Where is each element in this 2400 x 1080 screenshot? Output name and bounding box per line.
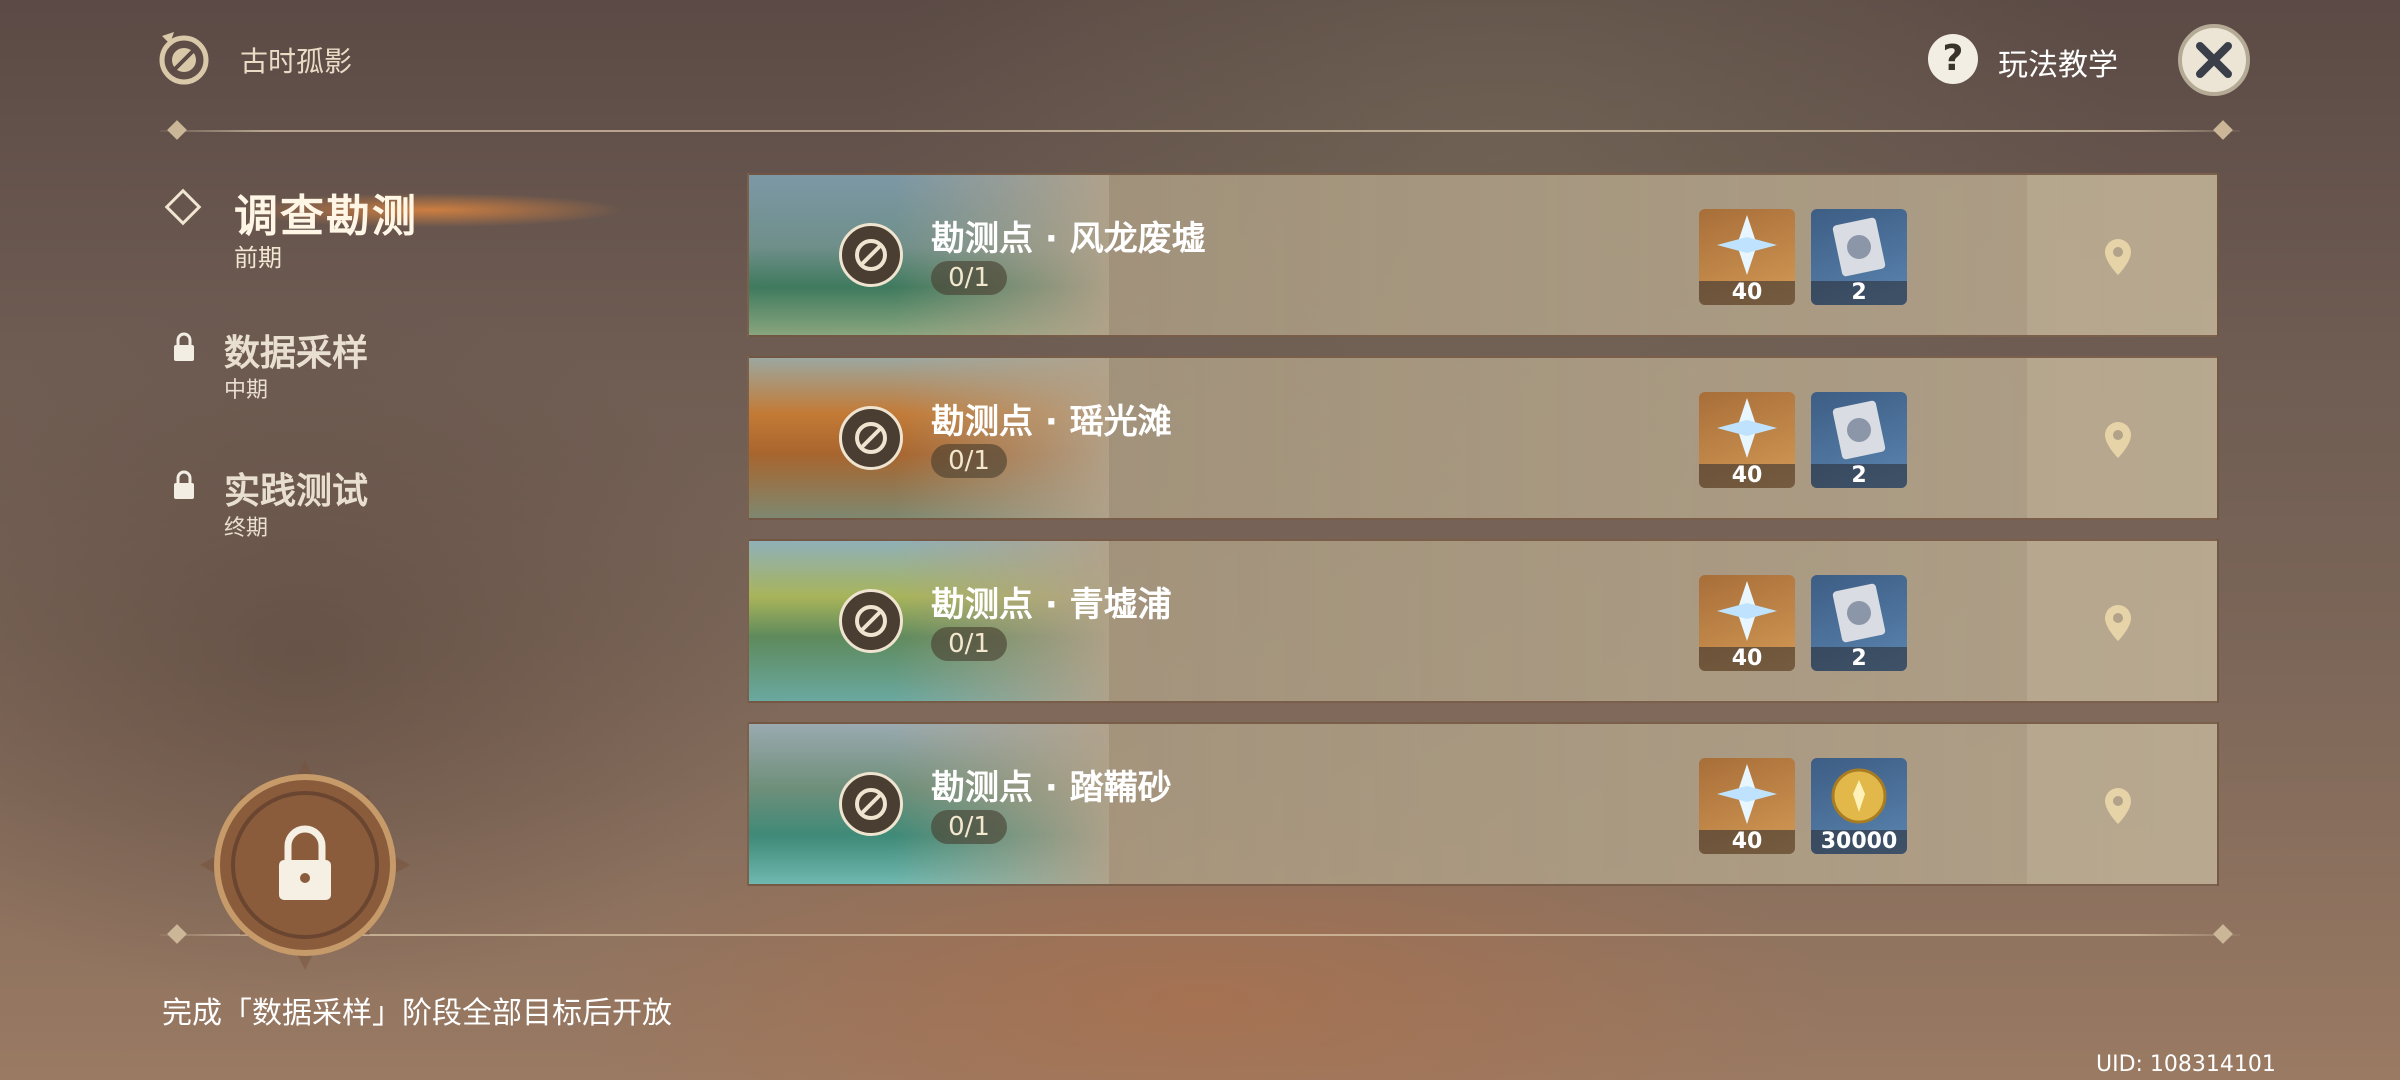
primogem-icon[interactable]: 40: [1699, 575, 1795, 671]
nav-active-marker-icon: [164, 188, 202, 226]
progress-badge: 0/1: [931, 444, 1007, 478]
nav-item-data-sampling-subtitle: 中期: [224, 378, 269, 403]
map-pin-icon[interactable]: [2103, 603, 2133, 643]
progress-badge: 0/1: [931, 261, 1007, 295]
unlock-hint: 完成「数据采样」阶段全部目标后开放: [162, 996, 672, 1031]
help-icon[interactable]: ?: [1928, 34, 1978, 84]
top-divider: [160, 130, 2240, 132]
help-label[interactable]: 玩法教学: [1998, 40, 2118, 84]
event-title: 古时孤影: [240, 45, 353, 78]
close-icon: [2196, 42, 2232, 78]
nav-item-practical-test-subtitle: 终期: [224, 516, 269, 541]
survey-point-title: 勘测点 · 风龙废墟: [931, 219, 1206, 259]
progress-badge: 0/1: [931, 627, 1007, 661]
lock-icon: [174, 332, 194, 361]
primogem-icon[interactable]: 40: [1699, 392, 1795, 488]
bottom-divider: [160, 934, 2240, 936]
nav-item-survey-subtitle: 前期: [234, 244, 282, 272]
survey-point-title: 勘测点 · 踏鞴砂: [931, 768, 1172, 808]
mora-icon[interactable]: 30000: [1811, 758, 1907, 854]
hero-wit-book-icon[interactable]: 2: [1811, 209, 1907, 305]
reward-count: 30000: [1811, 830, 1907, 854]
survey-point-icon: [839, 589, 903, 653]
reward-count: 2: [1811, 281, 1907, 305]
close-button[interactable]: [2178, 24, 2250, 96]
progress-badge: 0/1: [931, 810, 1007, 844]
survey-point-icon: [839, 223, 903, 287]
nav-item-data-sampling-title: 数据采样: [224, 333, 369, 374]
reward-count: 2: [1811, 464, 1907, 488]
map-pin-icon[interactable]: [2103, 420, 2133, 460]
survey-point-card[interactable]: 勘测点 · 青墟浦 0/1 40 2: [747, 539, 2219, 703]
lock-icon: [174, 470, 194, 499]
nav-item-practical-test-title: 实践测试: [224, 471, 369, 512]
survey-point-title: 勘测点 · 青墟浦: [931, 585, 1172, 625]
survey-point-card[interactable]: 勘测点 · 风龙废墟 0/1 40 2: [747, 173, 2219, 337]
reward-count: 40: [1699, 281, 1795, 305]
event-emblem-icon: [156, 26, 212, 90]
reward-count: 2: [1811, 647, 1907, 671]
primogem-icon[interactable]: 40: [1699, 209, 1795, 305]
survey-point-icon: [839, 406, 903, 470]
survey-point-title: 勘测点 · 瑶光滩: [931, 402, 1172, 442]
survey-point-card[interactable]: 勘测点 · 瑶光滩 0/1 40 2: [747, 356, 2219, 520]
uid-label: UID: 108314101: [2096, 1052, 2276, 1077]
survey-point-card[interactable]: 勘测点 · 踏鞴砂 0/1 40 30000: [747, 722, 2219, 886]
reward-count: 40: [1699, 464, 1795, 488]
hero-wit-book-icon[interactable]: 2: [1811, 575, 1907, 671]
survey-point-icon: [839, 772, 903, 836]
hero-wit-book-icon[interactable]: 2: [1811, 392, 1907, 488]
locked-stage-lock-icon: [200, 760, 410, 970]
nav-item-survey-title[interactable]: 调查勘测: [234, 180, 418, 244]
primogem-icon[interactable]: 40: [1699, 758, 1795, 854]
reward-count: 40: [1699, 647, 1795, 671]
reward-count: 40: [1699, 830, 1795, 854]
map-pin-icon[interactable]: [2103, 786, 2133, 826]
map-pin-icon[interactable]: [2103, 237, 2133, 277]
